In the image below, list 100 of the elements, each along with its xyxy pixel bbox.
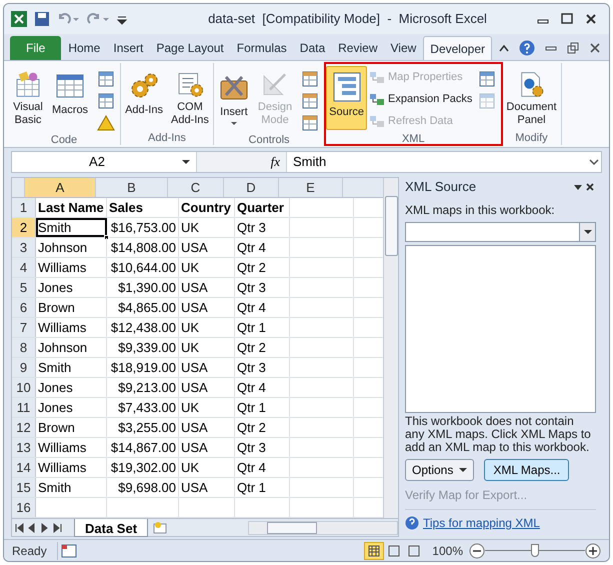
row-header[interactable]: 12 xyxy=(12,418,36,437)
close-icon[interactable] xyxy=(585,13,597,25)
file-tab[interactable]: File xyxy=(10,36,62,60)
small-grid-icon[interactable] xyxy=(478,70,496,88)
table-cell-text: UK xyxy=(181,318,200,337)
row-header[interactable]: 2 xyxy=(12,218,36,237)
ribbon-button[interactable]: Insert xyxy=(214,66,253,130)
row-header[interactable]: 14 xyxy=(12,458,36,477)
row-header[interactable]: 16 xyxy=(12,498,36,517)
row-header[interactable]: 7 xyxy=(12,318,36,337)
column-header[interactable]: E xyxy=(279,178,343,197)
page-view-icon xyxy=(408,544,420,556)
zoom-slider[interactable] xyxy=(485,542,585,558)
ribbon-button[interactable]: Source xyxy=(326,66,368,130)
table-cell-text: Qtr 3 xyxy=(237,438,266,457)
xml-maps-dropdown[interactable] xyxy=(405,222,596,242)
help-icon[interactable] xyxy=(519,40,535,56)
column-header[interactable]: C xyxy=(168,178,224,197)
info-message: This workbook does not contain any XML maps. Click XML Maps to add an XML map to this workbook. xyxy=(405,415,592,454)
spreadsheet-app-icon[interactable] xyxy=(10,10,28,28)
small-grid-icon[interactable] xyxy=(97,92,116,110)
table-cell-text: Qtr 4 xyxy=(237,238,266,257)
horizontal-scrollbar[interactable] xyxy=(248,520,398,534)
small-grid-icon[interactable] xyxy=(97,70,116,88)
column-header[interactable]: B xyxy=(96,178,168,197)
ribbon-tab[interactable]: View xyxy=(384,36,422,60)
table-cell-text: Johnson xyxy=(38,338,88,357)
row-header[interactable]: 4 xyxy=(12,258,36,277)
ribbon-button[interactable]: COM Add-Ins xyxy=(168,66,212,130)
ribbon-button[interactable]: Document Panel xyxy=(503,66,560,130)
view-button[interactable] xyxy=(364,542,384,560)
ribbon-tab[interactable]: Home xyxy=(62,36,106,60)
table-cell-text: USA xyxy=(181,278,208,297)
table-cell-text: Qtr 4 xyxy=(237,458,266,477)
zoom-in-icon[interactable] xyxy=(585,542,601,558)
table-cell-text: $3,255.00 xyxy=(118,418,176,437)
row-header[interactable]: 15 xyxy=(12,478,36,497)
sheet-tab[interactable]: Data Set xyxy=(74,518,148,536)
table-cell-text: Brown xyxy=(38,298,75,317)
zoom-out-icon[interactable] xyxy=(469,542,485,558)
row-header[interactable]: 3 xyxy=(12,238,36,257)
tips-link[interactable]: Tips for mapping XML xyxy=(423,514,540,532)
ribbon-button[interactable]: Macros xyxy=(49,66,92,130)
slider-thumb[interactable] xyxy=(531,544,539,556)
table-cell-text: Qtr 3 xyxy=(237,278,266,297)
table-cell-text: Qtr 1 xyxy=(237,318,266,337)
table-cell-text: USA xyxy=(181,298,208,317)
row-header[interactable]: 6 xyxy=(12,298,36,317)
table-cell-text: $9,213.00 xyxy=(118,378,176,397)
page-view-icon xyxy=(368,544,380,556)
small-grid-icon[interactable] xyxy=(301,70,320,88)
ribbon-button[interactable]: Add-Ins xyxy=(122,66,166,130)
collapse-ribbon-icon[interactable] xyxy=(499,44,509,52)
row-header[interactable]: 10 xyxy=(12,378,36,397)
table-cell-text: $14,867.00 xyxy=(110,438,176,457)
column-header[interactable]: A xyxy=(25,178,96,197)
ribbon-tab[interactable]: Insert xyxy=(107,36,150,60)
table-cell-text: Qtr 1 xyxy=(237,478,266,497)
row-header[interactable]: 5 xyxy=(12,278,36,297)
xml-node-icon xyxy=(369,113,386,129)
ribbon-tab[interactable]: Page Layout xyxy=(150,36,230,60)
row-header[interactable]: 8 xyxy=(12,338,36,357)
table-cell-text: $19,302.00 xyxy=(110,458,176,477)
table-cell-text: $1,390.00 xyxy=(118,278,176,297)
save-icon[interactable] xyxy=(34,11,50,27)
row-header[interactable]: 11 xyxy=(12,398,36,417)
ribbon-tab[interactable]: Data xyxy=(294,36,332,60)
ribbon-button[interactable]: Visual Basic xyxy=(9,66,47,130)
close-icon[interactable] xyxy=(584,181,596,193)
group-label: Modify xyxy=(514,131,549,146)
ribbon-tab[interactable]: Review xyxy=(332,36,384,60)
xml-maps-list[interactable] xyxy=(405,245,596,413)
table-cell-text: Qtr 3 xyxy=(237,358,266,377)
ribbon-tab[interactable]: Formulas xyxy=(230,36,293,60)
column-header[interactable]: D xyxy=(224,178,279,197)
restore-icon[interactable] xyxy=(567,42,579,54)
help-icon xyxy=(405,516,419,530)
row-header[interactable]: 1 xyxy=(12,198,36,217)
small-grid-icon[interactable] xyxy=(301,92,320,110)
caret-icon xyxy=(459,467,468,473)
window-title: data-set [Compatibility Mode] - Microsoft Excel xyxy=(207,10,488,28)
close-icon[interactable] xyxy=(589,42,601,54)
table-cell-text: $18,919.00 xyxy=(110,358,176,377)
row-header[interactable]: 13 xyxy=(12,438,36,457)
small-grid-icon[interactable] xyxy=(301,114,320,132)
table-cell-text: $7,433.00 xyxy=(118,398,176,417)
table-cell-text: $4,865.00 xyxy=(118,298,176,317)
xml-node-icon xyxy=(369,91,386,107)
warning-icon[interactable] xyxy=(97,114,116,132)
row-header[interactable]: 9 xyxy=(12,358,36,377)
options-button[interactable]: Options xyxy=(405,459,474,481)
group-label: Controls xyxy=(248,133,291,148)
ribbon-small-button[interactable]: Expansion Packs xyxy=(369,89,472,109)
xml-maps-button[interactable]: XML Maps... xyxy=(484,459,570,481)
table-cell-text: $9,339.00 xyxy=(118,338,176,357)
table-cell-text: $10,644.00 xyxy=(110,258,176,277)
ribbon-tab[interactable]: Developer xyxy=(423,36,492,60)
maximize-icon[interactable] xyxy=(561,13,573,25)
vertical-scrollbar[interactable] xyxy=(383,178,398,518)
zoom-level[interactable]: 100% xyxy=(432,542,463,560)
